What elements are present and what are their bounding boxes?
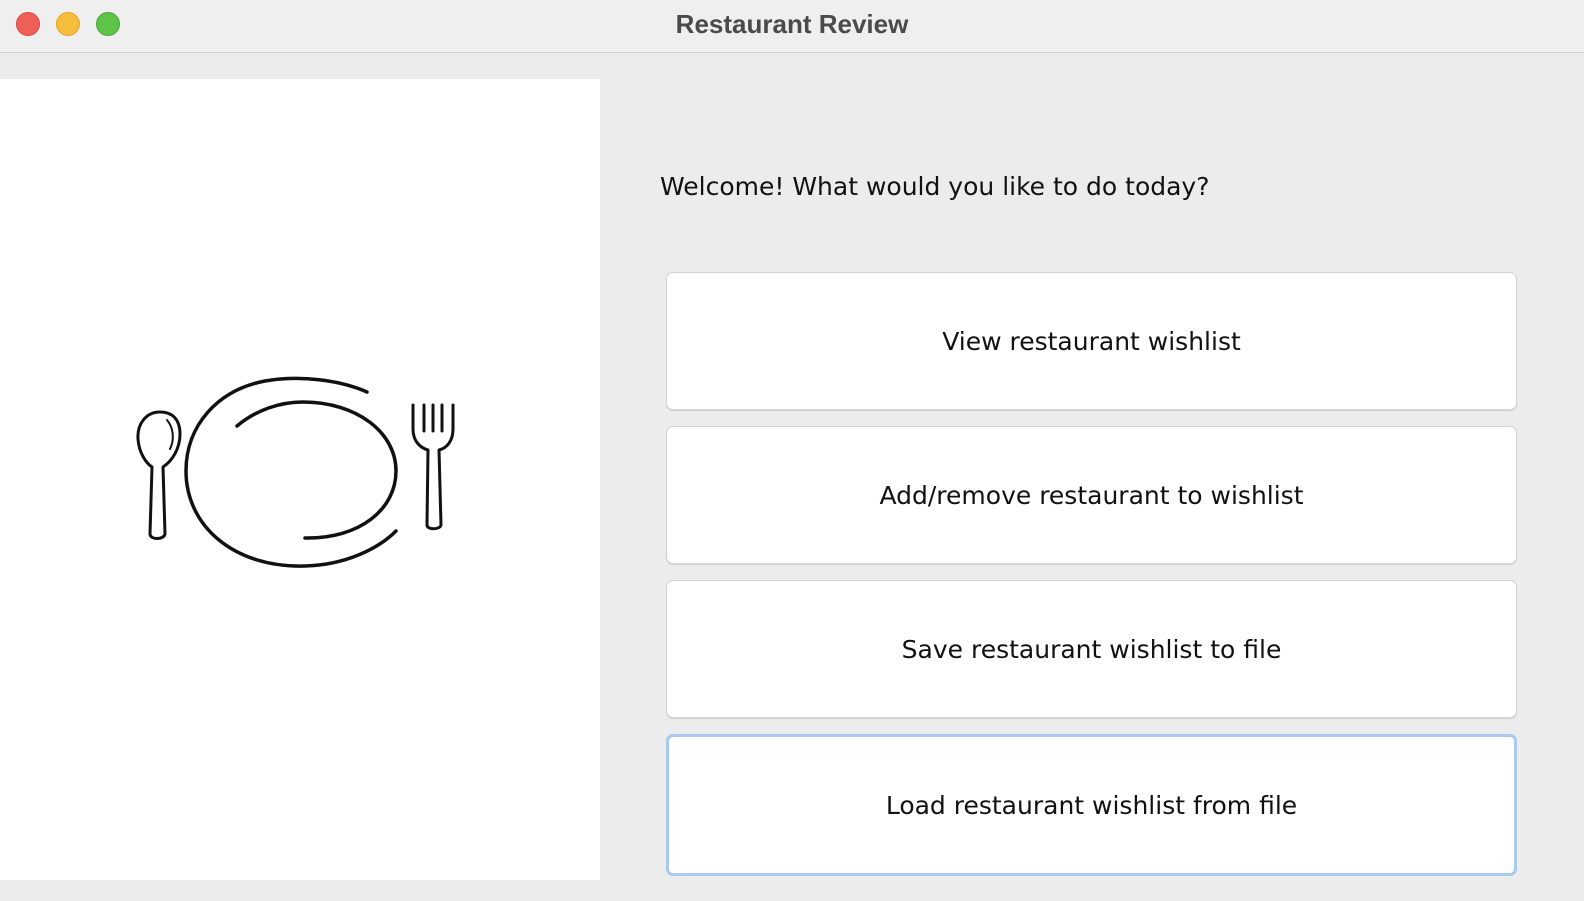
window-title: Restaurant Review <box>675 9 909 39</box>
load-wishlist-button[interactable]: Load restaurant wishlist from file <box>666 734 1517 876</box>
maximize-window-button[interactable] <box>96 12 120 36</box>
app-window: Restaurant Review Welcome! What would yo <box>0 0 1584 901</box>
illustration-panel <box>0 79 600 880</box>
minimize-window-button[interactable] <box>56 12 80 36</box>
view-wishlist-button[interactable]: View restaurant wishlist <box>666 272 1517 410</box>
close-window-button[interactable] <box>16 12 40 36</box>
plate-with-spoon-and-fork-icon <box>136 376 455 568</box>
add-remove-restaurant-button[interactable]: Add/remove restaurant to wishlist <box>666 426 1517 564</box>
title-bar: Restaurant Review <box>0 0 1584 53</box>
save-wishlist-button[interactable]: Save restaurant wishlist to file <box>666 580 1517 718</box>
welcome-message: Welcome! What would you like to do today… <box>660 172 1210 201</box>
